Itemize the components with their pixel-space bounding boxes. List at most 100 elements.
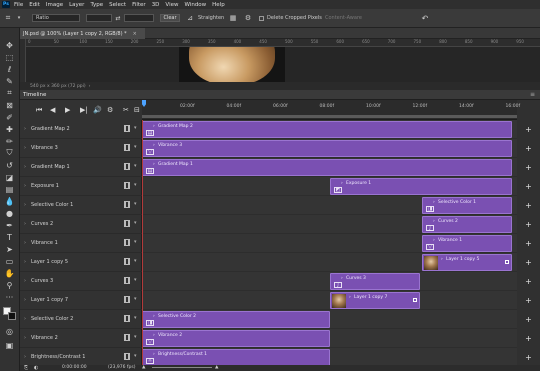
add-media-button[interactable]: + xyxy=(517,182,540,191)
timeline-layer-row[interactable]: › Vibrance 2 ▾ xyxy=(20,329,142,348)
quick-mask-icon[interactable]: ◎ xyxy=(3,326,16,336)
history-brush-icon[interactable]: ↺ xyxy=(3,160,16,170)
track-row[interactable]: › Layer 1 copy 7 xyxy=(142,291,517,310)
quick-select-tool-icon[interactable]: ✎ xyxy=(3,76,16,86)
expand-chevron-icon[interactable]: › xyxy=(24,221,26,227)
healing-brush-icon[interactable]: ✚ xyxy=(3,124,16,134)
timeline-layer-row[interactable]: › Gradient Map 1 ▾ xyxy=(20,158,142,177)
gradient-tool-icon[interactable]: ▤ xyxy=(3,184,16,194)
menu-view[interactable]: View xyxy=(165,2,178,8)
split-clip-icon[interactable]: ✂ xyxy=(123,107,129,114)
chevron-down-icon[interactable]: ▾ xyxy=(134,201,137,207)
more-tools-icon[interactable]: ··· xyxy=(3,292,16,302)
playhead-marker[interactable] xyxy=(142,100,146,107)
add-media-button[interactable]: + xyxy=(517,239,540,248)
film-strip-icon[interactable] xyxy=(124,258,130,265)
document-tab[interactable]: JN.psd @ 100% (Layer 1 copy 2, RGB/8) * … xyxy=(20,28,145,39)
expand-chevron-icon[interactable]: › xyxy=(24,183,26,189)
ratio-select[interactable]: Ratio xyxy=(32,14,80,22)
chevron-down-icon[interactable]: ▾ xyxy=(134,334,137,340)
chevron-right-icon[interactable]: › xyxy=(153,333,155,338)
chevron-down-icon[interactable]: ▾ xyxy=(134,163,137,169)
timeline-layer-row[interactable]: › Selective Color 2 ▾ xyxy=(20,310,142,329)
track-row[interactable]: ▤ › Gradient Map 2 xyxy=(142,120,517,139)
film-strip-icon[interactable] xyxy=(124,182,130,189)
play-icon[interactable]: ▶ xyxy=(65,107,70,114)
film-strip-icon[interactable] xyxy=(124,334,130,341)
timeline-layer-row[interactable]: › Vibrance 1 ▾ xyxy=(20,234,142,253)
expand-chevron-icon[interactable]: › xyxy=(24,145,26,151)
background-color-swatch[interactable] xyxy=(8,312,16,320)
next-frame-icon[interactable]: ▶| xyxy=(80,107,88,114)
close-icon[interactable]: × xyxy=(133,31,137,37)
menu-select[interactable]: Select xyxy=(109,2,126,8)
add-media-button[interactable]: + xyxy=(517,220,540,229)
expand-chevron-icon[interactable]: › xyxy=(24,278,26,284)
expand-chevron-icon[interactable]: › xyxy=(24,297,26,303)
timeline-layer-row[interactable]: › Exposure 1 ▾ xyxy=(20,177,142,196)
menu-3d[interactable]: 3D xyxy=(152,2,160,8)
render-video-icon[interactable]: ⎘ xyxy=(24,365,28,371)
chevron-down-icon[interactable]: ▾ xyxy=(134,277,137,283)
expand-chevron-icon[interactable]: › xyxy=(24,316,26,322)
film-strip-icon[interactable] xyxy=(124,277,130,284)
timeline-clip[interactable]: ▤ › Gradient Map 1 xyxy=(142,159,512,176)
menu-layer[interactable]: Layer xyxy=(69,2,84,8)
audio-icon[interactable]: 🔊 xyxy=(93,107,102,114)
path-select-icon[interactable]: ➤ xyxy=(3,244,16,254)
zoom-in-icon[interactable]: ▲ xyxy=(215,365,218,370)
type-tool-icon[interactable]: T xyxy=(3,232,16,242)
chevron-right-icon[interactable]: › xyxy=(433,200,435,205)
chevron-down-icon[interactable]: ▾ xyxy=(134,144,137,150)
stamp-tool-icon[interactable]: ⛉ xyxy=(3,148,16,158)
chevron-right-icon[interactable]: › xyxy=(433,219,435,224)
zoom-out-icon[interactable]: ▲ xyxy=(142,365,145,370)
dodge-tool-icon[interactable]: ● xyxy=(3,208,16,218)
timeline-layer-row[interactable]: › Selective Color 1 ▾ xyxy=(20,196,142,215)
timeline-layer-row[interactable]: › Vibrance 3 ▾ xyxy=(20,139,142,158)
eyedropper-tool-icon[interactable]: ✐ xyxy=(3,112,16,122)
chevron-down-icon[interactable]: ▾ xyxy=(134,353,137,359)
film-strip-icon[interactable] xyxy=(124,315,130,322)
expand-chevron-icon[interactable]: › xyxy=(24,354,26,360)
track-row[interactable]: ▽ › Vibrance 2 xyxy=(142,329,517,348)
chevron-right-icon[interactable]: › xyxy=(433,238,435,243)
add-media-button[interactable]: + xyxy=(517,296,540,305)
timeline-layer-row[interactable]: › Layer 1 copy 5 ▾ xyxy=(20,253,142,272)
film-strip-icon[interactable] xyxy=(124,220,130,227)
timeline-clip[interactable]: › Layer 1 copy 5 xyxy=(422,254,512,271)
track-row[interactable]: ∫ › Curves 3 xyxy=(142,272,517,291)
add-media-button[interactable]: + xyxy=(517,163,540,172)
track-row[interactable]: ▽ › Vibrance 1 xyxy=(142,234,517,253)
menu-help[interactable]: Help xyxy=(212,2,225,8)
transition-icon[interactable]: ⊟ xyxy=(134,107,140,114)
track-area[interactable]: ▤ › Gradient Map 2 ▽ › Vibrance 3 ▤ › Gradient M… xyxy=(142,120,517,367)
film-strip-icon[interactable] xyxy=(124,163,130,170)
track-row[interactable]: ∫ › Curves 2 xyxy=(142,215,517,234)
eraser-tool-icon[interactable]: ◪ xyxy=(3,172,16,182)
blur-tool-icon[interactable]: 💧 xyxy=(3,196,16,206)
track-row[interactable]: ◩ › Exposure 1 xyxy=(142,177,517,196)
chevron-down-icon[interactable]: ▾ xyxy=(134,220,137,226)
clip-end-marker[interactable] xyxy=(413,298,417,302)
chevron-right-icon[interactable]: › xyxy=(441,257,443,262)
lasso-tool-icon[interactable]: ℓ xyxy=(3,64,16,74)
menu-edit[interactable]: Edit xyxy=(29,2,40,8)
chevron-right-icon[interactable]: › xyxy=(341,181,343,186)
document-canvas[interactable] xyxy=(26,47,540,84)
film-strip-icon[interactable] xyxy=(124,353,130,360)
frame-tool-icon[interactable]: ⊠ xyxy=(3,100,16,110)
film-strip-icon[interactable] xyxy=(124,125,130,132)
settings-gear-icon[interactable]: ⚙ xyxy=(107,107,113,114)
chevron-right-icon[interactable]: › xyxy=(153,352,155,357)
menu-type[interactable]: Type xyxy=(90,2,103,8)
film-strip-icon[interactable] xyxy=(124,239,130,246)
brush-tool-icon[interactable]: ✏ xyxy=(3,136,16,146)
expand-chevron-icon[interactable]: › xyxy=(24,259,26,265)
chevron-down-icon[interactable]: ▾ xyxy=(134,125,137,131)
chevron-down-icon[interactable]: ▾ xyxy=(134,239,137,245)
chevron-down-icon[interactable]: ▾ xyxy=(134,258,137,264)
first-frame-icon[interactable]: ⏮ xyxy=(36,107,42,114)
menu-file[interactable]: File xyxy=(14,2,23,8)
chevron-right-icon[interactable]: › xyxy=(153,314,155,319)
